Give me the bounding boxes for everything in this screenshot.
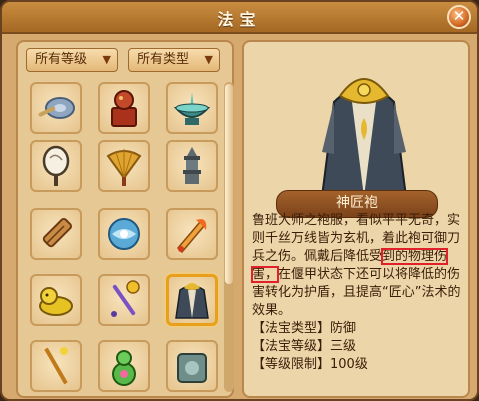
- disc-icon: [38, 97, 75, 119]
- item-slot-basin[interactable]: [166, 82, 218, 134]
- scroll-icon: [42, 217, 73, 248]
- sword-icon: [176, 219, 207, 254]
- item-slot-disc[interactable]: [30, 82, 82, 134]
- item-slot-jade[interactable]: [166, 340, 218, 392]
- item-slot-gourd[interactable]: [98, 340, 150, 392]
- mirror-icon: [42, 145, 70, 186]
- basin-icon: [173, 92, 211, 125]
- item-list-scrollbar[interactable]: [224, 82, 234, 392]
- type-filter-label: 所有类型: [137, 52, 190, 67]
- item-slot-orb[interactable]: [98, 208, 150, 260]
- item-slot-fan[interactable]: [98, 140, 150, 192]
- lion-icon: [39, 287, 73, 316]
- robe-icon: [175, 283, 209, 319]
- robe-preview-image: [320, 78, 408, 198]
- orb-icon: [108, 218, 140, 250]
- close-icon[interactable]: ✕: [453, 7, 466, 25]
- level-filter-label: 所有等级: [35, 52, 88, 67]
- pagoda-icon: [183, 147, 201, 184]
- item-slot-seal[interactable]: [98, 82, 150, 134]
- window-title: 法宝: [217, 10, 262, 29]
- attr-level-limit: 【等级限制】100级: [252, 357, 368, 372]
- item-slot-robe-selected[interactable]: [166, 274, 218, 326]
- description-text-continued: 在偃甲状态下还可以将降低的伤害转化为护盾，且提高“匠心”法术的效果。: [252, 267, 461, 318]
- item-slot-sword[interactable]: [166, 208, 218, 260]
- type-filter-dropdown[interactable]: 所有类型 ▼: [128, 48, 220, 72]
- fan-icon: [106, 149, 142, 186]
- seal-icon: [111, 90, 137, 127]
- item-slot-rod[interactable]: [30, 340, 82, 392]
- title-bar: 法宝 ✕: [2, 2, 477, 34]
- item-slot-staff[interactable]: [98, 274, 150, 326]
- staff-icon: [111, 280, 140, 317]
- attr-type: 【法宝类型】防御: [252, 321, 357, 336]
- attr-level: 【法宝等级】三级: [252, 339, 357, 354]
- jade-icon: [177, 353, 207, 383]
- rod-icon: [44, 347, 68, 385]
- item-slot-lion[interactable]: [30, 274, 82, 326]
- item-slot-mirror[interactable]: [30, 140, 82, 192]
- scrollbar-thumb[interactable]: [225, 84, 233, 284]
- dropdown-arrow-icon: ▼: [204, 53, 213, 66]
- level-filter-dropdown[interactable]: 所有等级 ▼: [26, 48, 118, 72]
- close-button[interactable]: ✕: [447, 5, 471, 29]
- dropdown-arrow-icon: ▼: [102, 53, 111, 66]
- detail-panel: 神匠袍 鲁班大师之袍服，看似平平无奇，实则千丝万线皆为玄机，着此袍可御刀兵之伤。…: [242, 40, 470, 398]
- item-list-panel: 所有等级 ▼ 所有类型 ▼: [16, 40, 234, 398]
- item-description: 鲁班大师之袍服，看似平平无奇，实则千丝万线皆为玄机，着此袍可御刀兵之伤。佩戴后降…: [250, 212, 466, 374]
- gourd-icon: [112, 350, 136, 386]
- item-slot-scroll[interactable]: [30, 208, 82, 260]
- item-slot-pagoda[interactable]: [166, 140, 218, 192]
- treasure-window: 法宝 ✕ 所有等级 ▼ 所有类型 ▼ 神匠袍 鲁班大师之袍服，看似平平无奇，实则…: [0, 0, 479, 401]
- item-name: 神匠袍: [336, 195, 378, 211]
